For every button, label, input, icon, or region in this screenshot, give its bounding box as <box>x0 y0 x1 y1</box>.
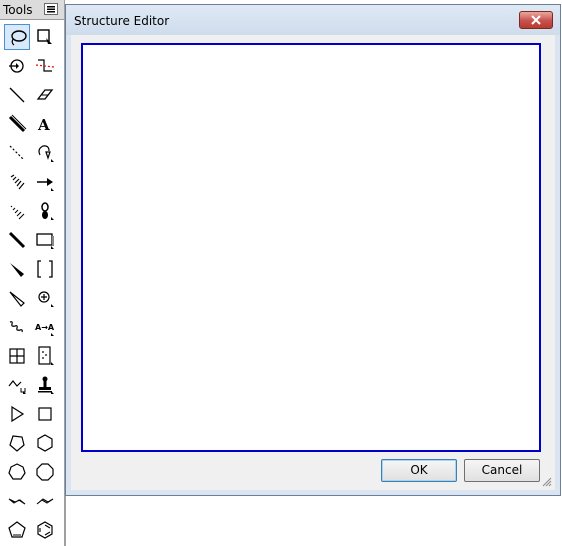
wavy-bond-icon <box>9 321 23 333</box>
pentagon-tool[interactable] <box>4 430 30 456</box>
tlc-plate-tool[interactable] <box>32 343 58 369</box>
octagon-tool[interactable] <box>32 459 58 485</box>
charge-tool[interactable] <box>32 285 58 311</box>
tools-header: Tools <box>0 0 64 20</box>
close-icon <box>531 15 541 25</box>
dashed-bond-tool[interactable] <box>4 140 30 166</box>
arrow-tool[interactable] <box>32 169 58 195</box>
tlc-plate-icon <box>38 346 54 365</box>
cyclopentadiene-tool[interactable] <box>4 517 30 543</box>
lasso-tool[interactable] <box>4 24 30 50</box>
hexagon-icon <box>37 434 53 452</box>
hashed-wedge-icon <box>10 205 25 220</box>
octagon-icon <box>36 463 54 481</box>
text-icon: A <box>37 116 50 134</box>
table-tool[interactable] <box>4 343 30 369</box>
ok-button[interactable]: OK <box>381 459 457 482</box>
rotate-tool[interactable] <box>4 53 30 79</box>
bracket-tool[interactable] <box>32 256 58 282</box>
atom-mapping-tool[interactable]: A→A <box>32 314 58 340</box>
close-button[interactable] <box>519 11 553 29</box>
svg-text:A→A: A→A <box>35 323 55 332</box>
square-icon <box>38 407 52 421</box>
dialog-titlebar[interactable]: Structure Editor <box>66 5 560 35</box>
eraser-tool[interactable] <box>32 82 58 108</box>
chair-right-tool[interactable] <box>32 488 58 514</box>
bold-line-tool[interactable] <box>4 227 30 253</box>
chair-left-icon <box>8 498 26 505</box>
chair-left-tool[interactable] <box>4 488 30 514</box>
hexagon-tool[interactable] <box>32 430 58 456</box>
hashed-bond-tool[interactable] <box>4 169 30 195</box>
structure-canvas[interactable] <box>81 43 541 452</box>
frame-tool[interactable] <box>32 227 58 253</box>
pentagon-icon <box>9 435 25 452</box>
solid-bond-icon <box>9 87 25 103</box>
hashed-wedge-tool[interactable] <box>4 198 30 224</box>
orbital-tool[interactable] <box>32 198 58 224</box>
solid-bond-tool[interactable] <box>4 82 30 108</box>
rotate-icon <box>9 59 24 73</box>
stamp-tool[interactable] <box>32 372 58 398</box>
tools-palette: Tools A A→A <box>0 0 65 546</box>
bold-line-icon <box>8 231 26 249</box>
structure-editor-dialog: Structure Editor OK Cancel <box>65 4 561 496</box>
triangle-tool[interactable] <box>4 401 30 427</box>
chain-icon <box>35 59 55 72</box>
resize-grip-icon[interactable] <box>540 475 552 487</box>
stamp-icon <box>38 376 54 394</box>
heptagon-icon <box>8 463 26 480</box>
wedge-tool[interactable] <box>4 256 30 282</box>
pen-icon <box>38 145 54 162</box>
eraser-icon <box>36 89 54 100</box>
heptagon-tool[interactable] <box>4 459 30 485</box>
bracket-icon <box>37 260 53 278</box>
marquee-select-icon <box>37 29 52 44</box>
hollow-wedge-tool[interactable] <box>4 285 30 311</box>
pen-tool[interactable] <box>32 140 58 166</box>
wedge-bond-icon <box>10 263 24 277</box>
benzene-icon <box>37 521 53 539</box>
marquee-tool[interactable] <box>32 24 58 50</box>
tools-menu-icon[interactable] <box>44 3 58 15</box>
tools-title: Tools <box>3 3 33 17</box>
bold-bond-icon <box>8 114 27 133</box>
square-tool[interactable] <box>32 401 58 427</box>
cyclopentadiene-icon <box>8 521 26 538</box>
triangle-icon <box>11 405 25 423</box>
dialog-client: OK Cancel <box>72 35 554 489</box>
bold-bond-tool[interactable] <box>4 111 30 137</box>
table-icon <box>9 348 25 364</box>
query-bond-icon <box>8 380 26 394</box>
charge-icon <box>38 291 54 307</box>
hashed-bond-icon <box>10 174 25 190</box>
palette-divider <box>65 496 66 546</box>
query-bond-tool[interactable] <box>4 372 30 398</box>
dashed-bond-icon <box>9 145 25 161</box>
wavy-bond-tool[interactable] <box>4 314 30 340</box>
chair-right-icon <box>36 498 54 505</box>
dialog-title: Structure Editor <box>74 14 170 28</box>
arrow-icon <box>37 178 54 191</box>
lasso-icon <box>11 30 27 46</box>
atom-mapping-icon: A→A <box>35 323 55 336</box>
text-tool[interactable]: A <box>32 111 58 137</box>
hollow-wedge-icon <box>9 291 25 307</box>
orbital-icon <box>41 202 54 220</box>
benzene-tool[interactable] <box>32 517 58 543</box>
frame-icon <box>36 233 54 249</box>
chain-tool[interactable] <box>32 53 58 79</box>
svg-text:A: A <box>37 116 50 134</box>
cancel-button[interactable]: Cancel <box>464 459 540 482</box>
